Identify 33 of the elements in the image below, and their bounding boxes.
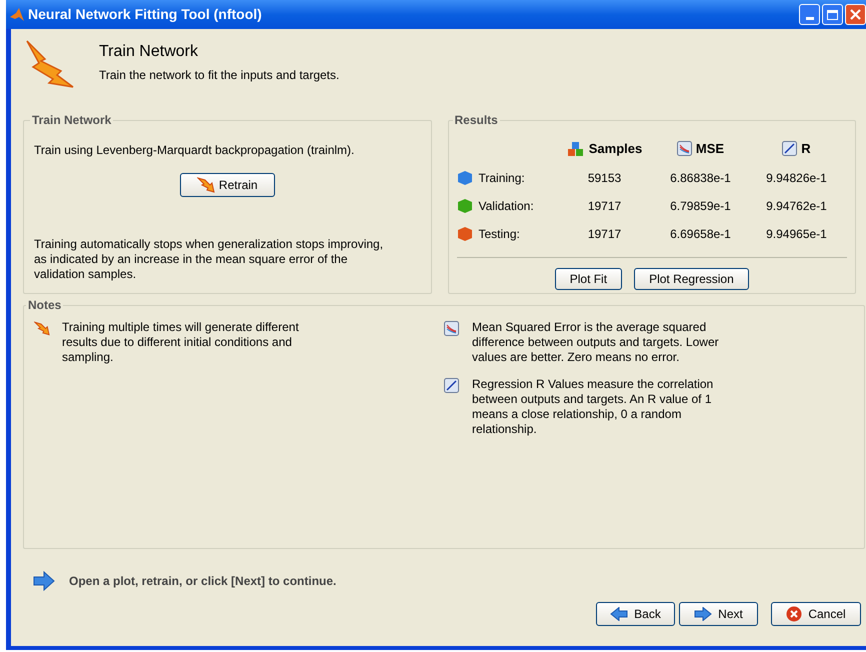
table-cell-text: 19717 [588, 226, 622, 242]
description-text: Train using Levenberg-Marquardt backpropagation (trainlm). [34, 142, 356, 159]
hint-text: Open a plot, retrain, or click [Next] to continue. [69, 573, 336, 590]
panel-title: Results [454, 112, 499, 129]
page-title: Train Network [99, 42, 199, 62]
table-cell-text: 6.69658e-1 [670, 226, 731, 242]
plot-button[interactable]: Plot Regression [634, 268, 749, 290]
retrain-button[interactable]: Retrain [180, 173, 275, 197]
row-label: Validation: [478, 198, 534, 214]
next-button[interactable]: Next [679, 602, 758, 626]
note-text: Training multiple times will generate different results due to different initial conditions and sampling. [62, 320, 300, 365]
table-cell-text: 6.79859e-1 [670, 198, 731, 214]
table-cell-text: 9.94965e-1 [766, 226, 827, 242]
table-cell-text: 6.86838e-1 [670, 170, 731, 186]
table-cell-text: 9.94762e-1 [766, 198, 827, 214]
column-header: R [801, 140, 811, 158]
column-header: Samples [588, 140, 642, 158]
plot-button[interactable]: Plot Fit [554, 268, 622, 290]
back-button[interactable]: Back [596, 602, 675, 626]
cancel-button[interactable]: Cancel [771, 602, 861, 626]
note-text: Mean Squared Error is the average squared difference between outputs and targets. Lower values are better. Zero means no error. [472, 320, 720, 365]
column-header: MSE [696, 140, 724, 158]
panel-title: Train Network [31, 112, 112, 129]
row-label: Testing: [478, 226, 520, 242]
table-cell-text: 59153 [588, 170, 622, 186]
table-cell-text: 19717 [588, 198, 622, 214]
note-text: Regression R Values measure the correlation between outputs and targets. An R value of 1 means a close relationship, 0 a random relationship. [472, 377, 714, 437]
page-subtitle: Train the network to fit the inputs and targets. [99, 67, 340, 84]
note-text: Training automatically stops when generalization stops improving, as indicated by an increase in the mean square error of the validation samples. [34, 237, 384, 282]
table-cell-text: 9.94826e-1 [766, 170, 827, 186]
row-label: Training: [478, 170, 525, 186]
panel-title: Notes [27, 297, 62, 314]
window-title: Neural Network Fitting Tool (nftool) [28, 5, 262, 24]
